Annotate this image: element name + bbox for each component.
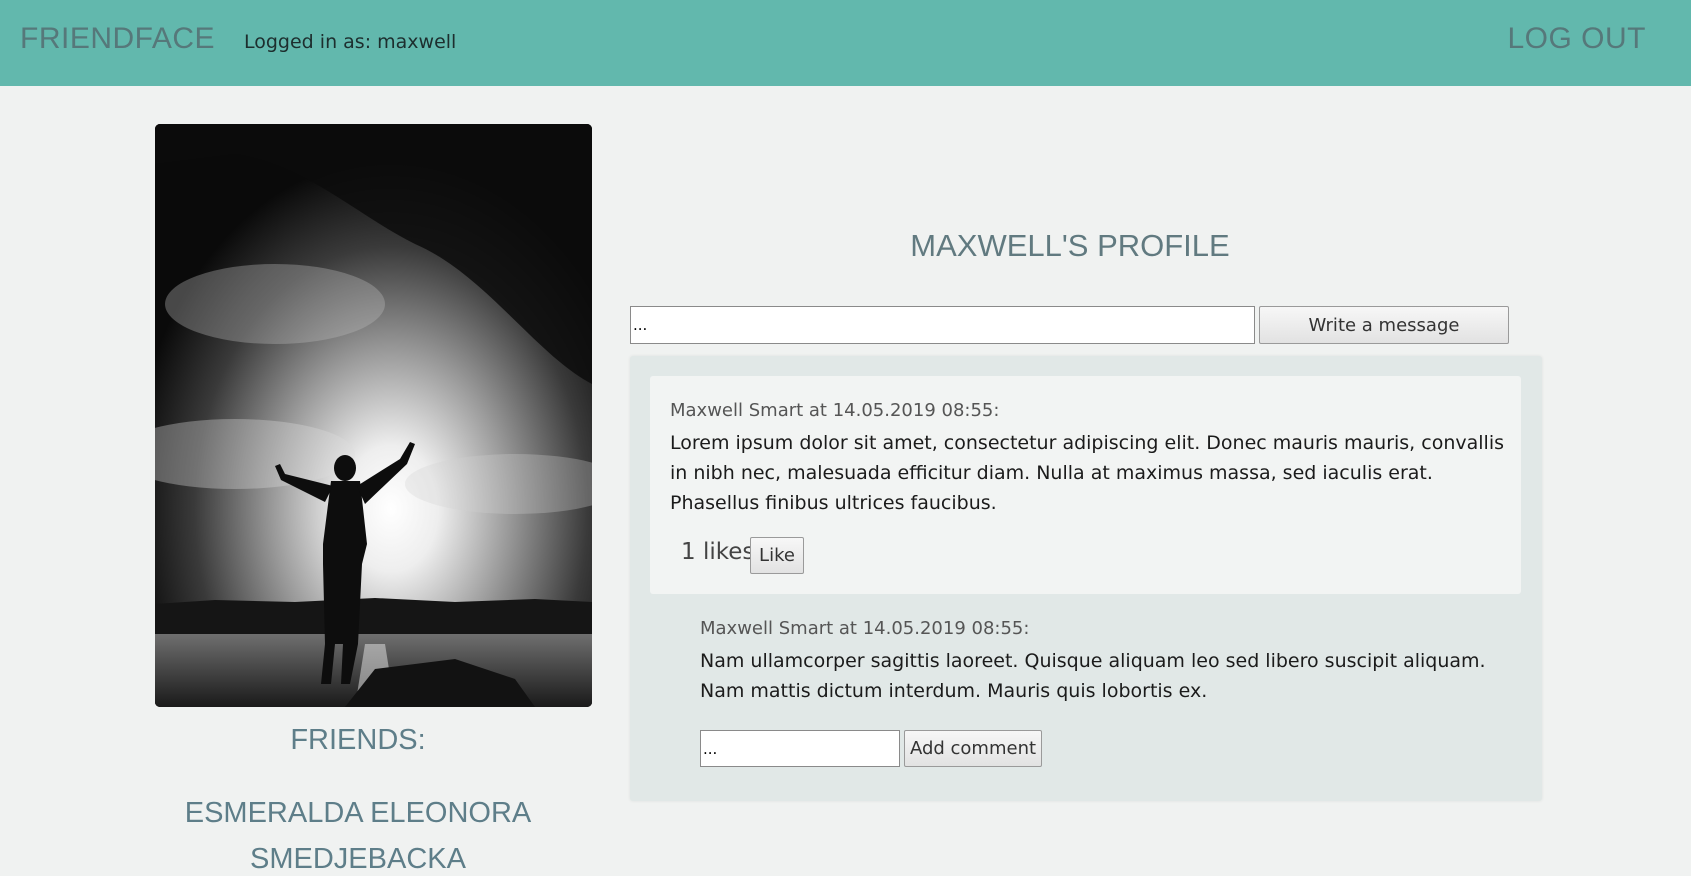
post-author-timestamp: Maxwell Smart at 14.05.2019 08:55: — [670, 400, 1000, 421]
logged-in-status: Logged in as: maxwell — [244, 31, 457, 53]
profile-picture — [155, 124, 592, 707]
message-post: Maxwell Smart at 14.05.2019 08:55: Lorem… — [650, 376, 1521, 594]
post-body: Lorem ipsum dolor sit amet, consectetur … — [670, 432, 1504, 514]
comment-input[interactable] — [700, 730, 900, 767]
message-input[interactable] — [630, 306, 1255, 344]
like-count: 1 likes — [681, 539, 755, 565]
friends-heading: FRIENDS: — [290, 724, 426, 756]
top-navbar: FRIENDFACE Logged in as: maxwell LOG OUT — [0, 0, 1691, 86]
page-title: MAXWELL'S PROFILE — [910, 228, 1230, 263]
add-comment-button[interactable]: Add comment — [904, 730, 1042, 767]
brand-logo[interactable]: FRIENDFACE — [20, 22, 215, 56]
message-feed: Maxwell Smart at 14.05.2019 08:55: Lorem… — [630, 356, 1542, 801]
comment-author-timestamp: Maxwell Smart at 14.05.2019 08:55: — [700, 618, 1030, 639]
like-button[interactable]: Like — [750, 537, 804, 574]
friend-link[interactable]: ESMERALDA ELEONORA SMEDJEBACKA — [155, 790, 561, 876]
comment-body: Nam ullamcorper sagittis laoreet. Quisqu… — [700, 650, 1486, 702]
write-message-button[interactable]: Write a message — [1259, 306, 1509, 344]
logout-link[interactable]: LOG OUT — [1507, 22, 1646, 56]
